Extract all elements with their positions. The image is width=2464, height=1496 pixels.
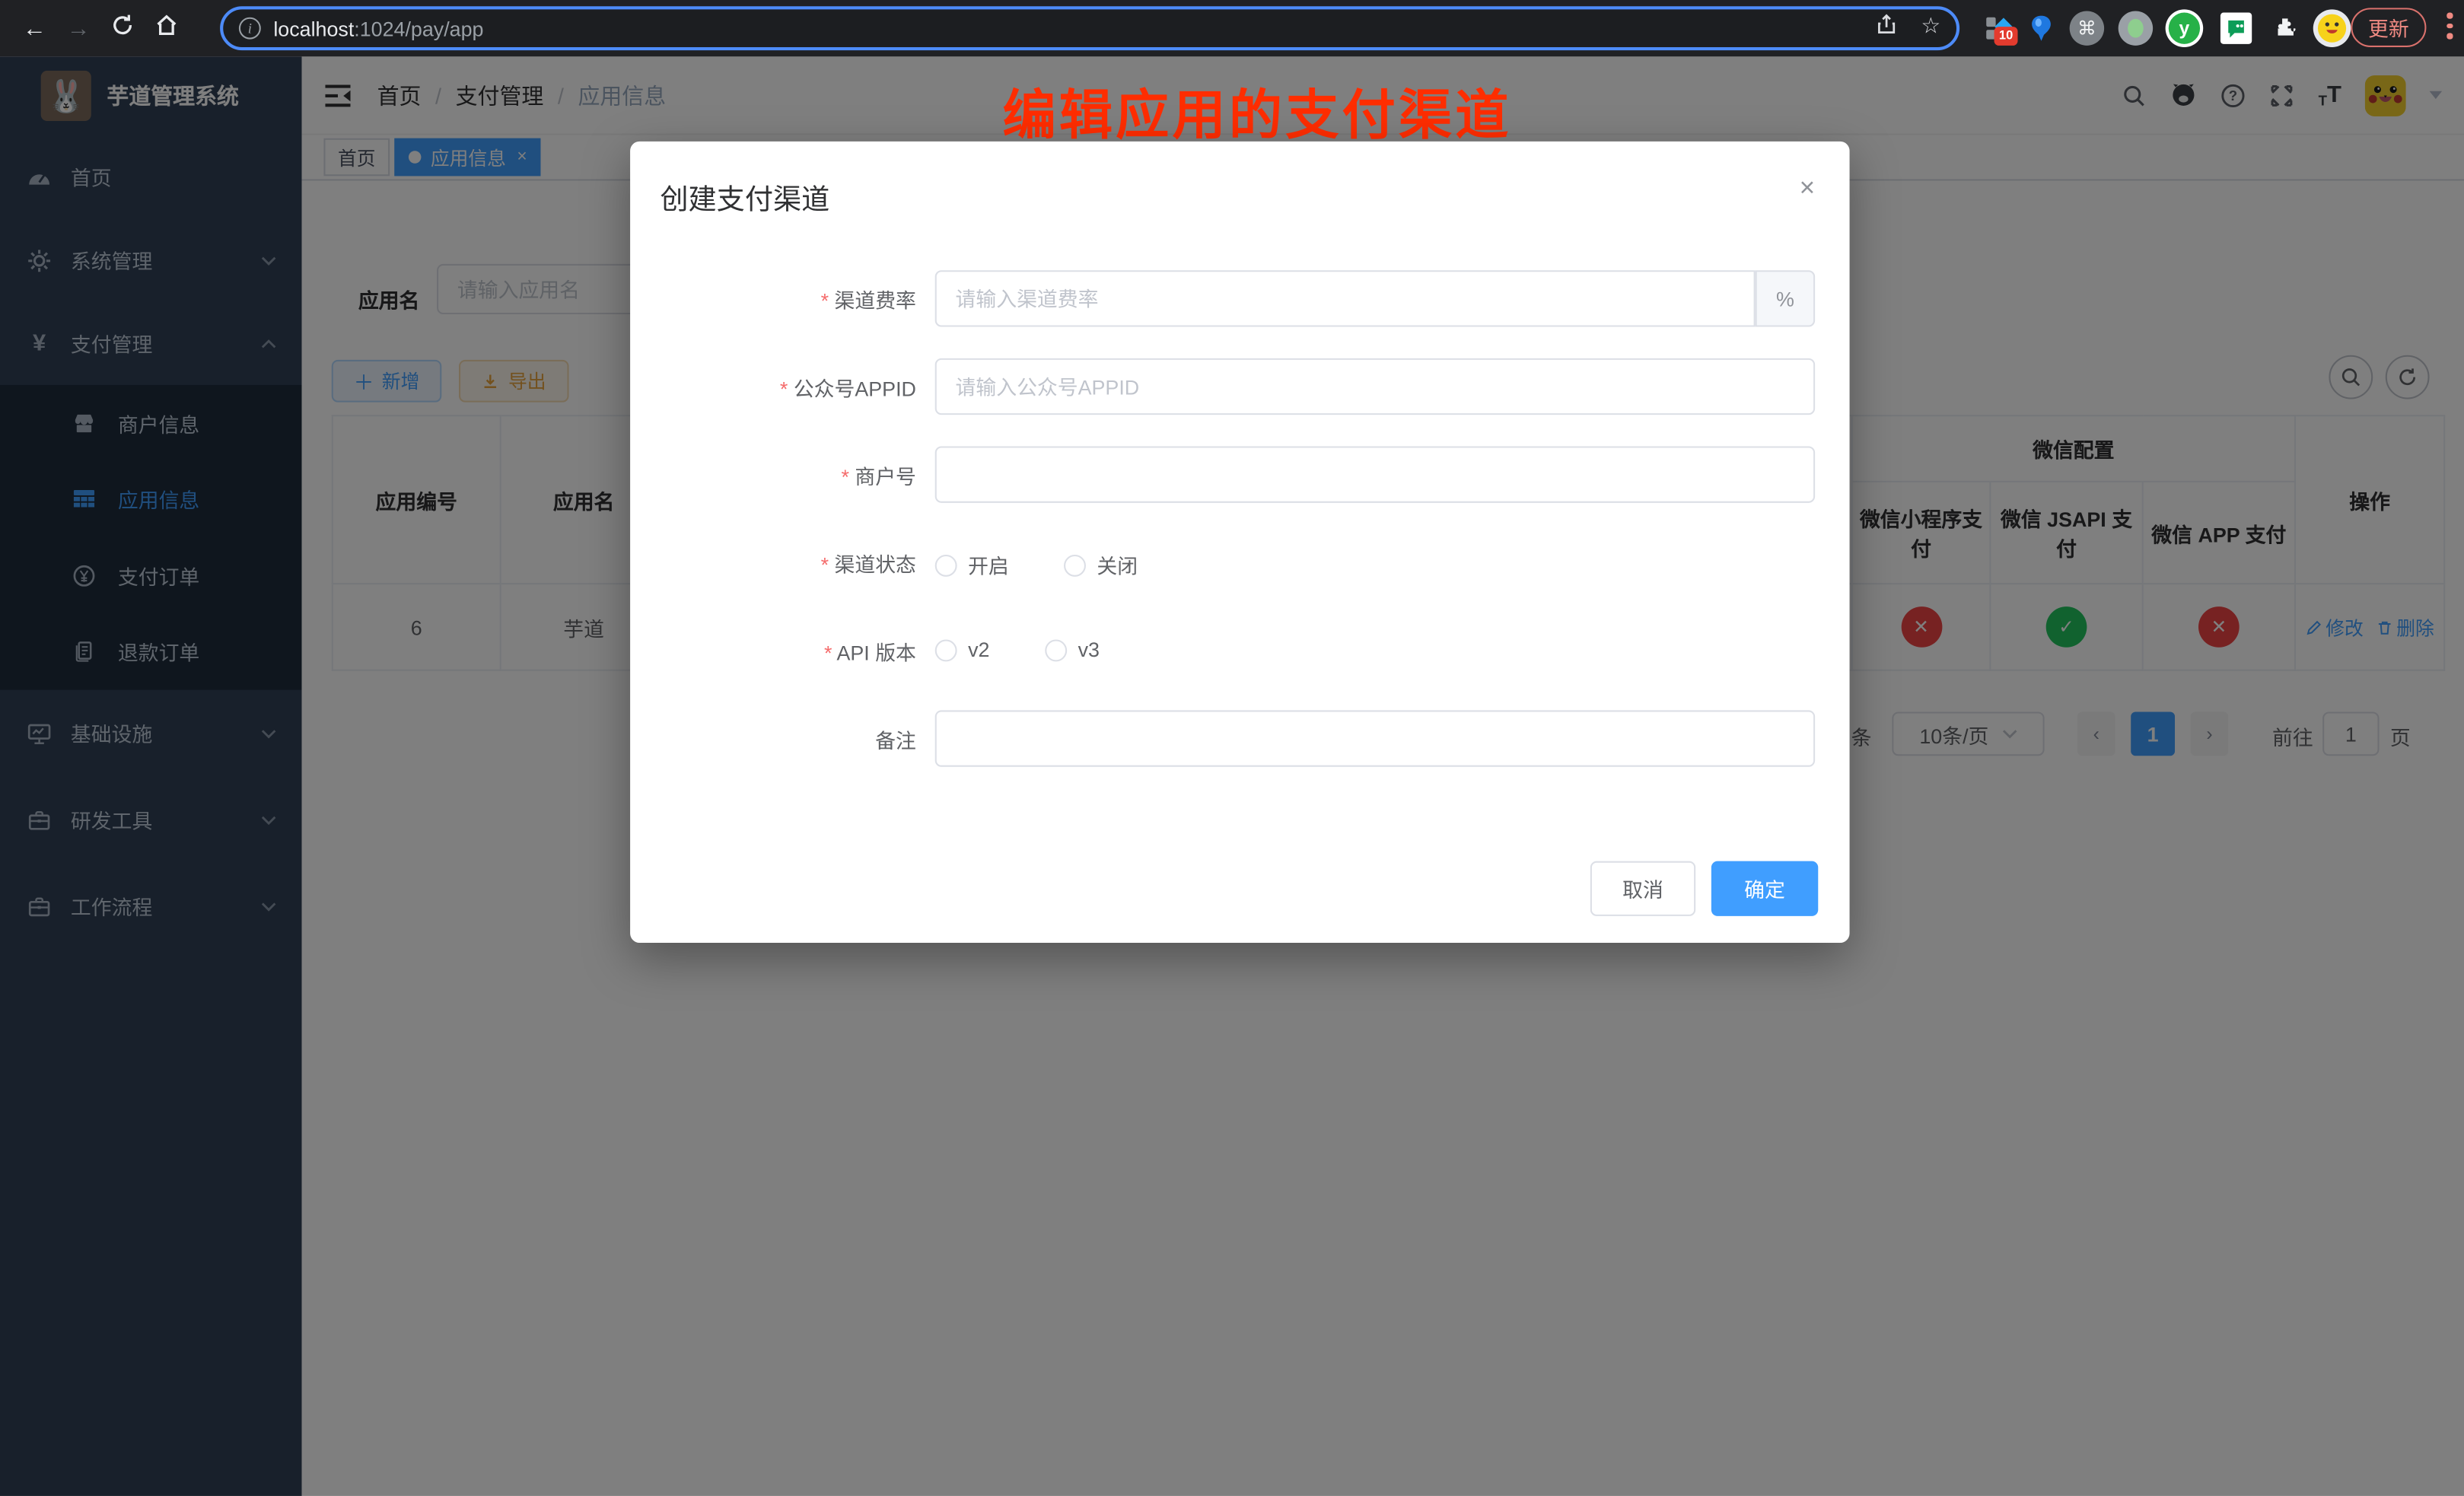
url-host: localhost xyxy=(273,17,354,40)
dialog-close-icon[interactable]: × xyxy=(1800,173,1816,204)
field-api-version: API 版本 v2 v3 xyxy=(630,622,1849,679)
field-remark: 备注 xyxy=(630,710,1849,766)
browser-chrome: ← → i localhost :1024/pay/app ☆ xyxy=(0,0,2464,56)
browser-profile-avatar[interactable] xyxy=(2313,9,2351,47)
extension-icon-green-dot[interactable] xyxy=(2119,11,2153,45)
field-merchant-id: 商户号 xyxy=(630,446,1849,502)
radio-circle xyxy=(935,638,957,660)
remark-label: 备注 xyxy=(875,724,916,754)
field-appid: 公众号APPID xyxy=(630,358,1849,415)
extension-icon-2[interactable] xyxy=(2021,8,2062,49)
create-pay-channel-dialog: 创建支付渠道 × 渠道费率 % 公众号APPID 商户号 渠道状态 开启 xyxy=(630,142,1849,943)
remark-input[interactable] xyxy=(935,710,1815,766)
appid-label: 公众号APPID xyxy=(780,372,916,402)
browser-menu-icon[interactable] xyxy=(2446,13,2453,39)
browser-refresh-icon[interactable] xyxy=(100,13,145,44)
url-path: :1024/pay/app xyxy=(354,17,483,40)
field-channel-rate: 渠道费率 % xyxy=(630,270,1849,326)
merchant-id-input[interactable] xyxy=(935,446,1815,502)
extension-badge: 10 xyxy=(1994,27,2018,46)
radio-circle xyxy=(1064,554,1086,576)
extension-icon-command[interactable]: ⌘ xyxy=(2070,11,2104,45)
appid-input[interactable] xyxy=(935,358,1815,415)
cancel-button[interactable]: 取消 xyxy=(1590,861,1695,916)
api-version-label: API 版本 xyxy=(824,636,916,666)
percent-suffix: % xyxy=(1756,270,1815,326)
browser-home-icon[interactable] xyxy=(145,13,189,44)
api-v3-radio[interactable]: v3 xyxy=(1045,638,1100,661)
extension-icon-1[interactable]: 10 xyxy=(1979,8,2020,49)
channel-rate-input[interactable] xyxy=(935,270,1756,326)
dialog-title: 创建支付渠道 xyxy=(660,177,829,218)
share-icon[interactable] xyxy=(1876,13,1899,44)
radio-circle xyxy=(935,554,957,576)
api-v2-radio[interactable]: v2 xyxy=(935,638,990,661)
browser-update-button[interactable]: 更新 xyxy=(2351,8,2426,47)
confirm-button[interactable]: 确定 xyxy=(1711,861,1818,916)
extensions-puzzle-icon[interactable] xyxy=(2265,8,2306,49)
browser-forward-icon[interactable]: → xyxy=(56,15,100,42)
bookmark-star-icon[interactable]: ☆ xyxy=(1921,13,1940,44)
browser-back-icon[interactable]: ← xyxy=(13,15,57,42)
page: ← → i localhost :1024/pay/app ☆ xyxy=(0,0,2464,1496)
url-bar[interactable]: i localhost :1024/pay/app ☆ xyxy=(220,6,1959,50)
status-open-radio[interactable]: 开启 xyxy=(935,550,1009,580)
channel-rate-label: 渠道费率 xyxy=(821,285,916,314)
annotation-text: 编辑应用的支付渠道 xyxy=(660,72,1854,149)
field-channel-status: 渠道状态 开启 关闭 xyxy=(630,534,1849,590)
status-closed-radio[interactable]: 关闭 xyxy=(1064,550,1138,580)
extension-icon-y[interactable]: y xyxy=(2166,9,2204,47)
app-frame: 🐰 芋道管理系统 首页 系统管理 ¥ 支付管理 xyxy=(0,56,2464,1496)
radio-circle xyxy=(1045,638,1067,660)
extension-icon-chat[interactable] xyxy=(2216,8,2257,49)
channel-status-label: 渠道状态 xyxy=(821,549,916,578)
merchant-id-label: 商户号 xyxy=(841,460,915,490)
site-info-icon[interactable]: i xyxy=(239,18,261,40)
